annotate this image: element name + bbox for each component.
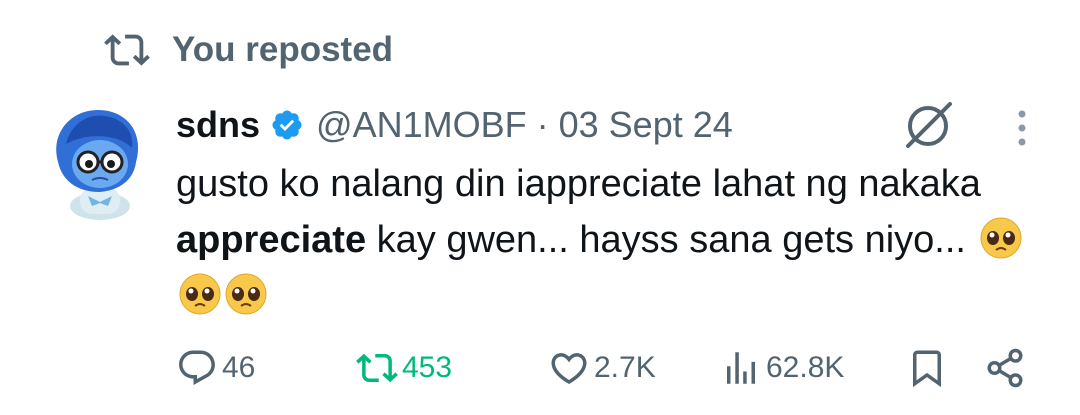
pleading-face-emoji xyxy=(225,273,267,315)
author-display-name[interactable]: sdns xyxy=(176,104,260,146)
share-button[interactable] xyxy=(984,340,1026,396)
like-count: 2.7K xyxy=(594,351,656,384)
repost-button[interactable]: 453 xyxy=(356,340,452,396)
bookmark-button[interactable] xyxy=(906,340,948,396)
views-chart-icon xyxy=(727,352,755,384)
heart-icon xyxy=(551,353,587,385)
tweet-date[interactable]: 03 Sept 24 xyxy=(559,104,733,146)
tweet-header: sdns @AN1MOBF · 03 Sept 24 xyxy=(176,100,733,150)
verified-badge-icon[interactable] xyxy=(270,108,304,142)
like-button[interactable]: 2.7K xyxy=(548,340,656,396)
pleading-face-emoji xyxy=(980,217,1022,259)
tweet-text-bold: appreciate xyxy=(176,219,367,261)
action-bar: 46 453 2.7K 62.8K xyxy=(0,340,1080,396)
author-handle[interactable]: @AN1MOBF xyxy=(316,104,527,146)
separator-dot: · xyxy=(536,104,549,145)
reply-count: 46 xyxy=(222,351,256,384)
views-count: 62.8K xyxy=(766,351,845,384)
social-context[interactable]: You reposted xyxy=(104,26,393,74)
tweet-text-part: kay gwen... hayss sana gets niyo... xyxy=(366,219,966,261)
more-options-icon[interactable] xyxy=(1012,108,1032,148)
tweet-text-part: gusto ko nalang din iappreciate lahat ng… xyxy=(176,163,981,205)
repost-icon xyxy=(104,34,150,66)
tweet-text: gusto ko nalang din iappreciate lahat ng… xyxy=(176,156,1036,324)
reply-icon xyxy=(179,350,215,385)
pleading-face-emoji xyxy=(179,273,221,315)
avatar[interactable] xyxy=(48,104,148,222)
repost-count: 453 xyxy=(402,351,453,384)
grok-icon[interactable] xyxy=(900,98,960,150)
reply-button[interactable]: 46 xyxy=(176,340,255,396)
social-context-label: You reposted xyxy=(172,30,394,69)
views-button[interactable]: 62.8K xyxy=(720,340,844,396)
bookmark-icon xyxy=(913,350,941,388)
repost-icon xyxy=(356,353,398,383)
share-icon xyxy=(987,348,1023,388)
